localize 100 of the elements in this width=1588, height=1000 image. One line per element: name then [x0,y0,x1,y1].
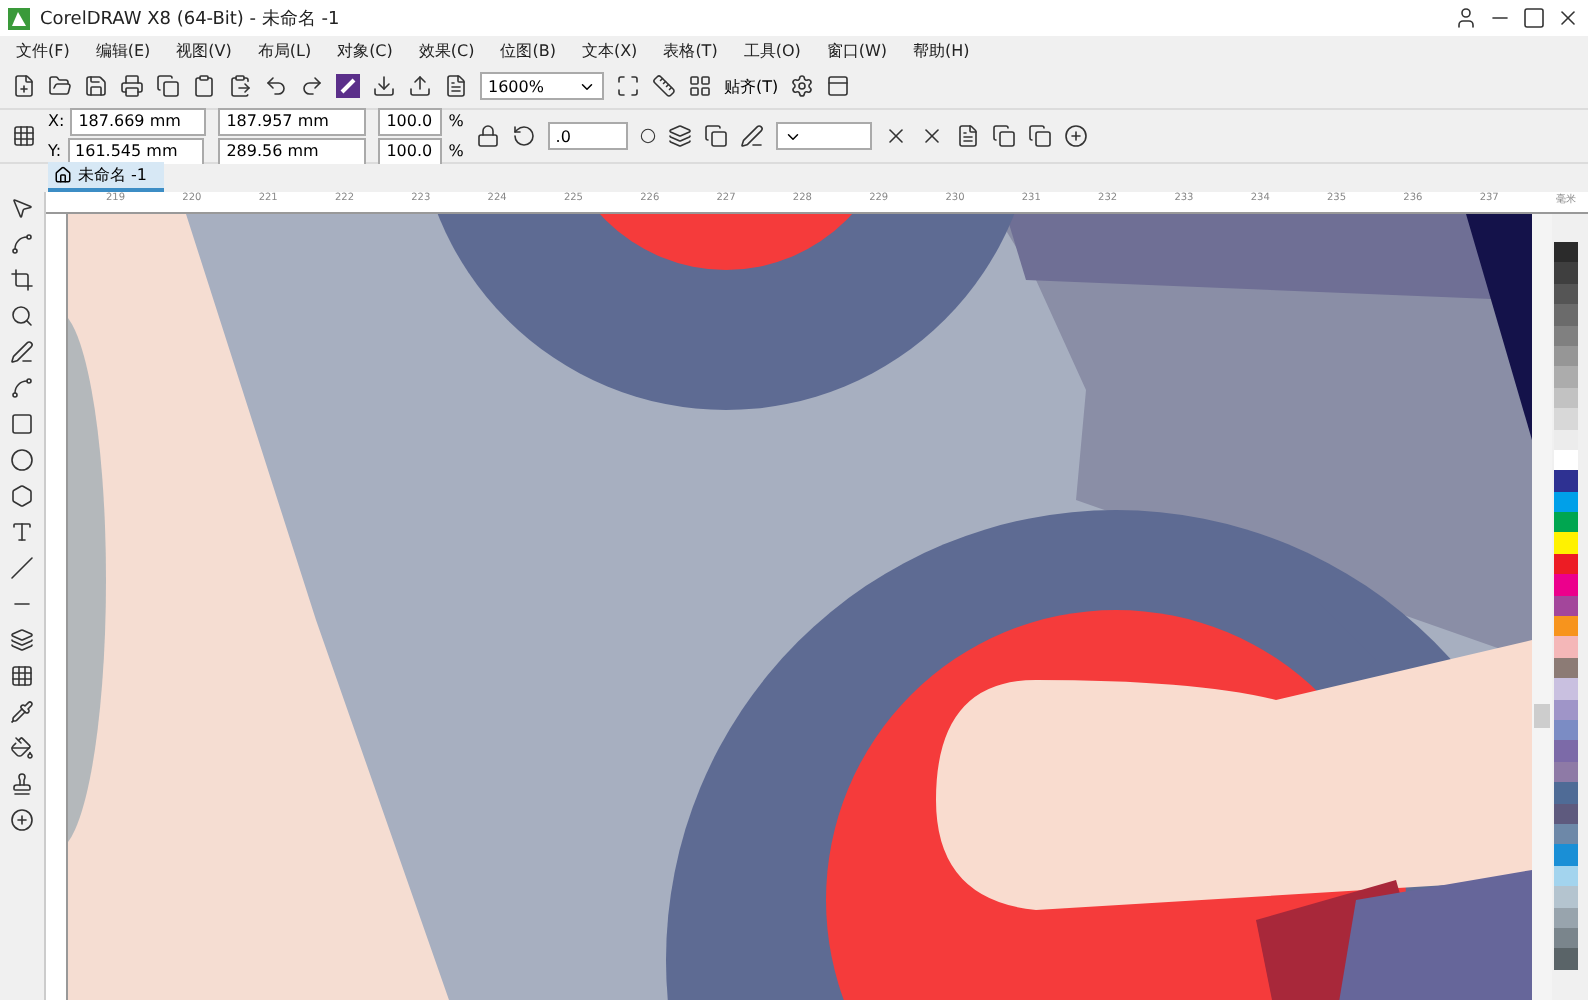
add-icon[interactable] [1063,124,1088,148]
outline-icon[interactable] [739,124,764,148]
scale-x-field[interactable]: 100.0 [378,107,443,135]
height-field[interactable]: 289.56 mm [218,137,367,165]
color-swatch[interactable] [1554,699,1578,720]
save-icon[interactable] [84,74,108,98]
close-icon[interactable] [1556,6,1580,30]
color-swatch[interactable] [1554,678,1578,700]
lock-icon[interactable] [475,124,500,148]
line-icon[interactable] [10,556,34,580]
pen-icon[interactable] [10,340,34,364]
crop-icon[interactable] [10,268,34,292]
remove-icon[interactable] [883,124,908,148]
color-swatch[interactable] [1554,616,1578,637]
color-swatch[interactable] [1554,927,1578,949]
color-swatch[interactable] [1554,553,1578,575]
polygon-icon[interactable] [10,484,34,508]
undo-icon[interactable] [264,74,288,98]
ellipse-icon[interactable] [10,448,34,472]
print-icon[interactable] [120,74,144,98]
scale-y-field[interactable]: 100.0 [378,137,443,165]
settings-icon[interactable] [790,74,815,98]
color-swatch[interactable] [1554,283,1578,305]
color-swatch[interactable] [1554,907,1578,928]
color-swatch[interactable] [1554,740,1578,762]
x-field[interactable]: 187.669 mm [70,107,207,135]
menu-item[interactable]: 视图(V) [176,39,232,61]
color-swatch[interactable] [1554,449,1578,471]
rotate-icon[interactable] [511,124,536,148]
launcher-icon[interactable] [336,74,360,98]
redo-icon[interactable] [300,74,324,98]
y-field[interactable]: 161.545 mm [67,137,204,165]
color-swatch[interactable] [1554,304,1578,326]
menu-item[interactable]: 位图(B) [500,39,556,61]
menu-item[interactable]: 布局(L) [257,39,312,61]
color-swatch[interactable] [1554,262,1578,284]
ruler-icon[interactable] [652,74,676,98]
export-icon[interactable] [408,74,432,98]
color-swatch[interactable] [1554,865,1578,887]
rectangle-icon[interactable] [10,412,34,436]
vertical-scrollbar[interactable] [1532,214,1552,1000]
grid-icon[interactable] [688,74,712,98]
add-icon[interactable] [10,808,34,832]
color-swatch[interactable] [1554,823,1578,845]
width-field[interactable]: 187.957 mm [218,107,367,135]
pointer-icon[interactable] [10,196,34,220]
color-swatch[interactable] [1554,429,1578,450]
outline-width-field[interactable] [775,122,872,150]
color-swatch[interactable] [1554,387,1578,409]
snap-dropdown[interactable]: 贴齐(T) [724,75,779,97]
menu-item[interactable]: 表格(T) [663,39,718,61]
document-tab[interactable]: 未命名 -1 [48,162,164,192]
home-icon[interactable] [54,166,72,184]
eyedropper-icon[interactable] [10,700,34,724]
copy-icon[interactable] [156,74,180,98]
fill-icon[interactable] [10,736,34,760]
menu-item[interactable]: 文件(F) [16,39,70,61]
maximize-icon[interactable] [1522,6,1546,30]
folder-icon[interactable] [48,74,72,98]
color-swatch[interactable] [1554,844,1578,866]
menu-item[interactable]: 帮助(H) [913,39,970,61]
color-swatch[interactable] [1554,595,1578,617]
color-swatch[interactable] [1554,532,1578,554]
menu-item[interactable]: 编辑(E) [95,39,151,61]
menu-item[interactable]: 窗口(W) [826,39,888,61]
color-swatch[interactable] [1554,803,1578,824]
paste-icon[interactable] [228,74,252,98]
clipboard-icon[interactable] [192,74,216,98]
color-swatch[interactable] [1554,657,1578,679]
color-swatch[interactable] [1554,719,1578,741]
new-document-icon[interactable] [12,74,36,98]
full-screen-icon[interactable] [616,74,640,98]
color-swatch[interactable] [1554,512,1578,533]
window-icon[interactable] [826,74,851,98]
color-swatch[interactable] [1554,325,1578,346]
color-swatch[interactable] [1554,366,1578,388]
color-swatch[interactable] [1554,408,1578,430]
stamp-icon[interactable] [10,772,34,796]
shape-tool-icon[interactable] [10,232,34,256]
color-swatch[interactable] [1554,886,1578,907]
menu-item[interactable]: 文本(X) [581,39,638,61]
color-swatch[interactable] [1554,761,1578,783]
import-icon[interactable] [372,74,396,98]
menu-item[interactable]: 工具(O) [743,39,801,61]
delete-icon[interactable] [919,124,944,148]
zoom-field[interactable]: 1600% [480,72,604,100]
color-swatch[interactable] [1554,636,1578,658]
menu-item[interactable]: 对象(C) [337,39,393,61]
color-swatch[interactable] [1554,574,1578,596]
text-tool-icon[interactable] [10,520,34,544]
color-swatch[interactable] [1554,782,1578,804]
zoom-icon[interactable] [10,304,34,328]
curve-icon[interactable] [10,376,34,400]
color-swatch[interactable] [1554,491,1578,513]
color-swatch[interactable] [1554,948,1578,970]
account-icon[interactable] [1454,6,1478,30]
rotation-field[interactable]: .0 [547,122,628,150]
menu-item[interactable]: 效果(C) [418,39,475,61]
color-swatch[interactable] [1554,242,1578,263]
color-swatch[interactable] [1554,470,1578,492]
